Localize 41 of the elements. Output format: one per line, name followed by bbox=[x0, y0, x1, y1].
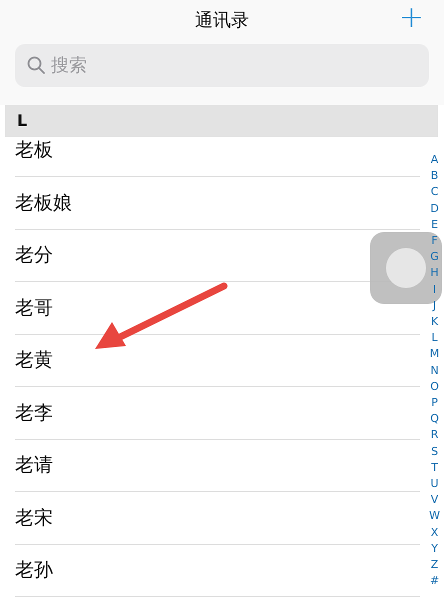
index-letter[interactable]: Q bbox=[430, 411, 439, 428]
contact-name[interactable]: 老请 bbox=[15, 452, 53, 478]
section-header: L bbox=[17, 110, 28, 132]
index-letter[interactable]: M bbox=[430, 346, 440, 363]
search-field[interactable]: 搜索 bbox=[15, 44, 429, 87]
index-letter[interactable]: O bbox=[430, 378, 439, 396]
index-letter[interactable]: Z bbox=[430, 557, 438, 574]
search-icon bbox=[27, 56, 45, 74]
index-letter[interactable]: T bbox=[431, 460, 438, 476]
index-letter[interactable]: X bbox=[430, 524, 438, 541]
index-letter[interactable]: H bbox=[430, 265, 439, 282]
index-letter[interactable]: U bbox=[430, 476, 439, 492]
contact-name[interactable]: 老孙 bbox=[15, 557, 53, 584]
index-letter[interactable]: S bbox=[431, 444, 438, 460]
index-letter[interactable]: W bbox=[429, 508, 440, 525]
index-letter[interactable]: A bbox=[430, 152, 438, 168]
index-letter[interactable]: C bbox=[430, 184, 438, 201]
index-letter[interactable]: N bbox=[430, 362, 439, 379]
screen-title: 通讯录 bbox=[195, 8, 249, 32]
contact-name[interactable]: 老宋 bbox=[15, 504, 53, 531]
contact-name[interactable]: 老黄 bbox=[15, 347, 53, 374]
index-letter[interactable]: G bbox=[430, 249, 439, 266]
contact-name[interactable]: 老哥 bbox=[15, 294, 53, 321]
index-letter[interactable]: I bbox=[432, 282, 436, 298]
index-letter[interactable]: F bbox=[431, 233, 438, 250]
contact-name[interactable]: 老分 bbox=[15, 242, 53, 268]
index-letter[interactable]: K bbox=[430, 314, 438, 330]
contact-name[interactable]: 老板娘 bbox=[15, 190, 72, 216]
index-letter[interactable]: L bbox=[431, 330, 438, 346]
index-letter[interactable]: E bbox=[431, 216, 438, 234]
index-letter[interactable]: B bbox=[430, 168, 438, 184]
index-letter[interactable]: Y bbox=[431, 540, 438, 558]
index-letter[interactable]: R bbox=[430, 427, 438, 444]
add-button[interactable]: + bbox=[398, 0, 424, 36]
index-letter[interactable]: # bbox=[430, 573, 440, 590]
index-letter[interactable]: D bbox=[430, 200, 439, 217]
index-letter[interactable]: V bbox=[430, 492, 438, 508]
contact-name[interactable]: 老李 bbox=[15, 400, 53, 426]
contact-name[interactable]: 老板 bbox=[15, 137, 53, 163]
index-letter[interactable]: J bbox=[432, 298, 436, 314]
index-letter[interactable]: P bbox=[431, 395, 438, 412]
